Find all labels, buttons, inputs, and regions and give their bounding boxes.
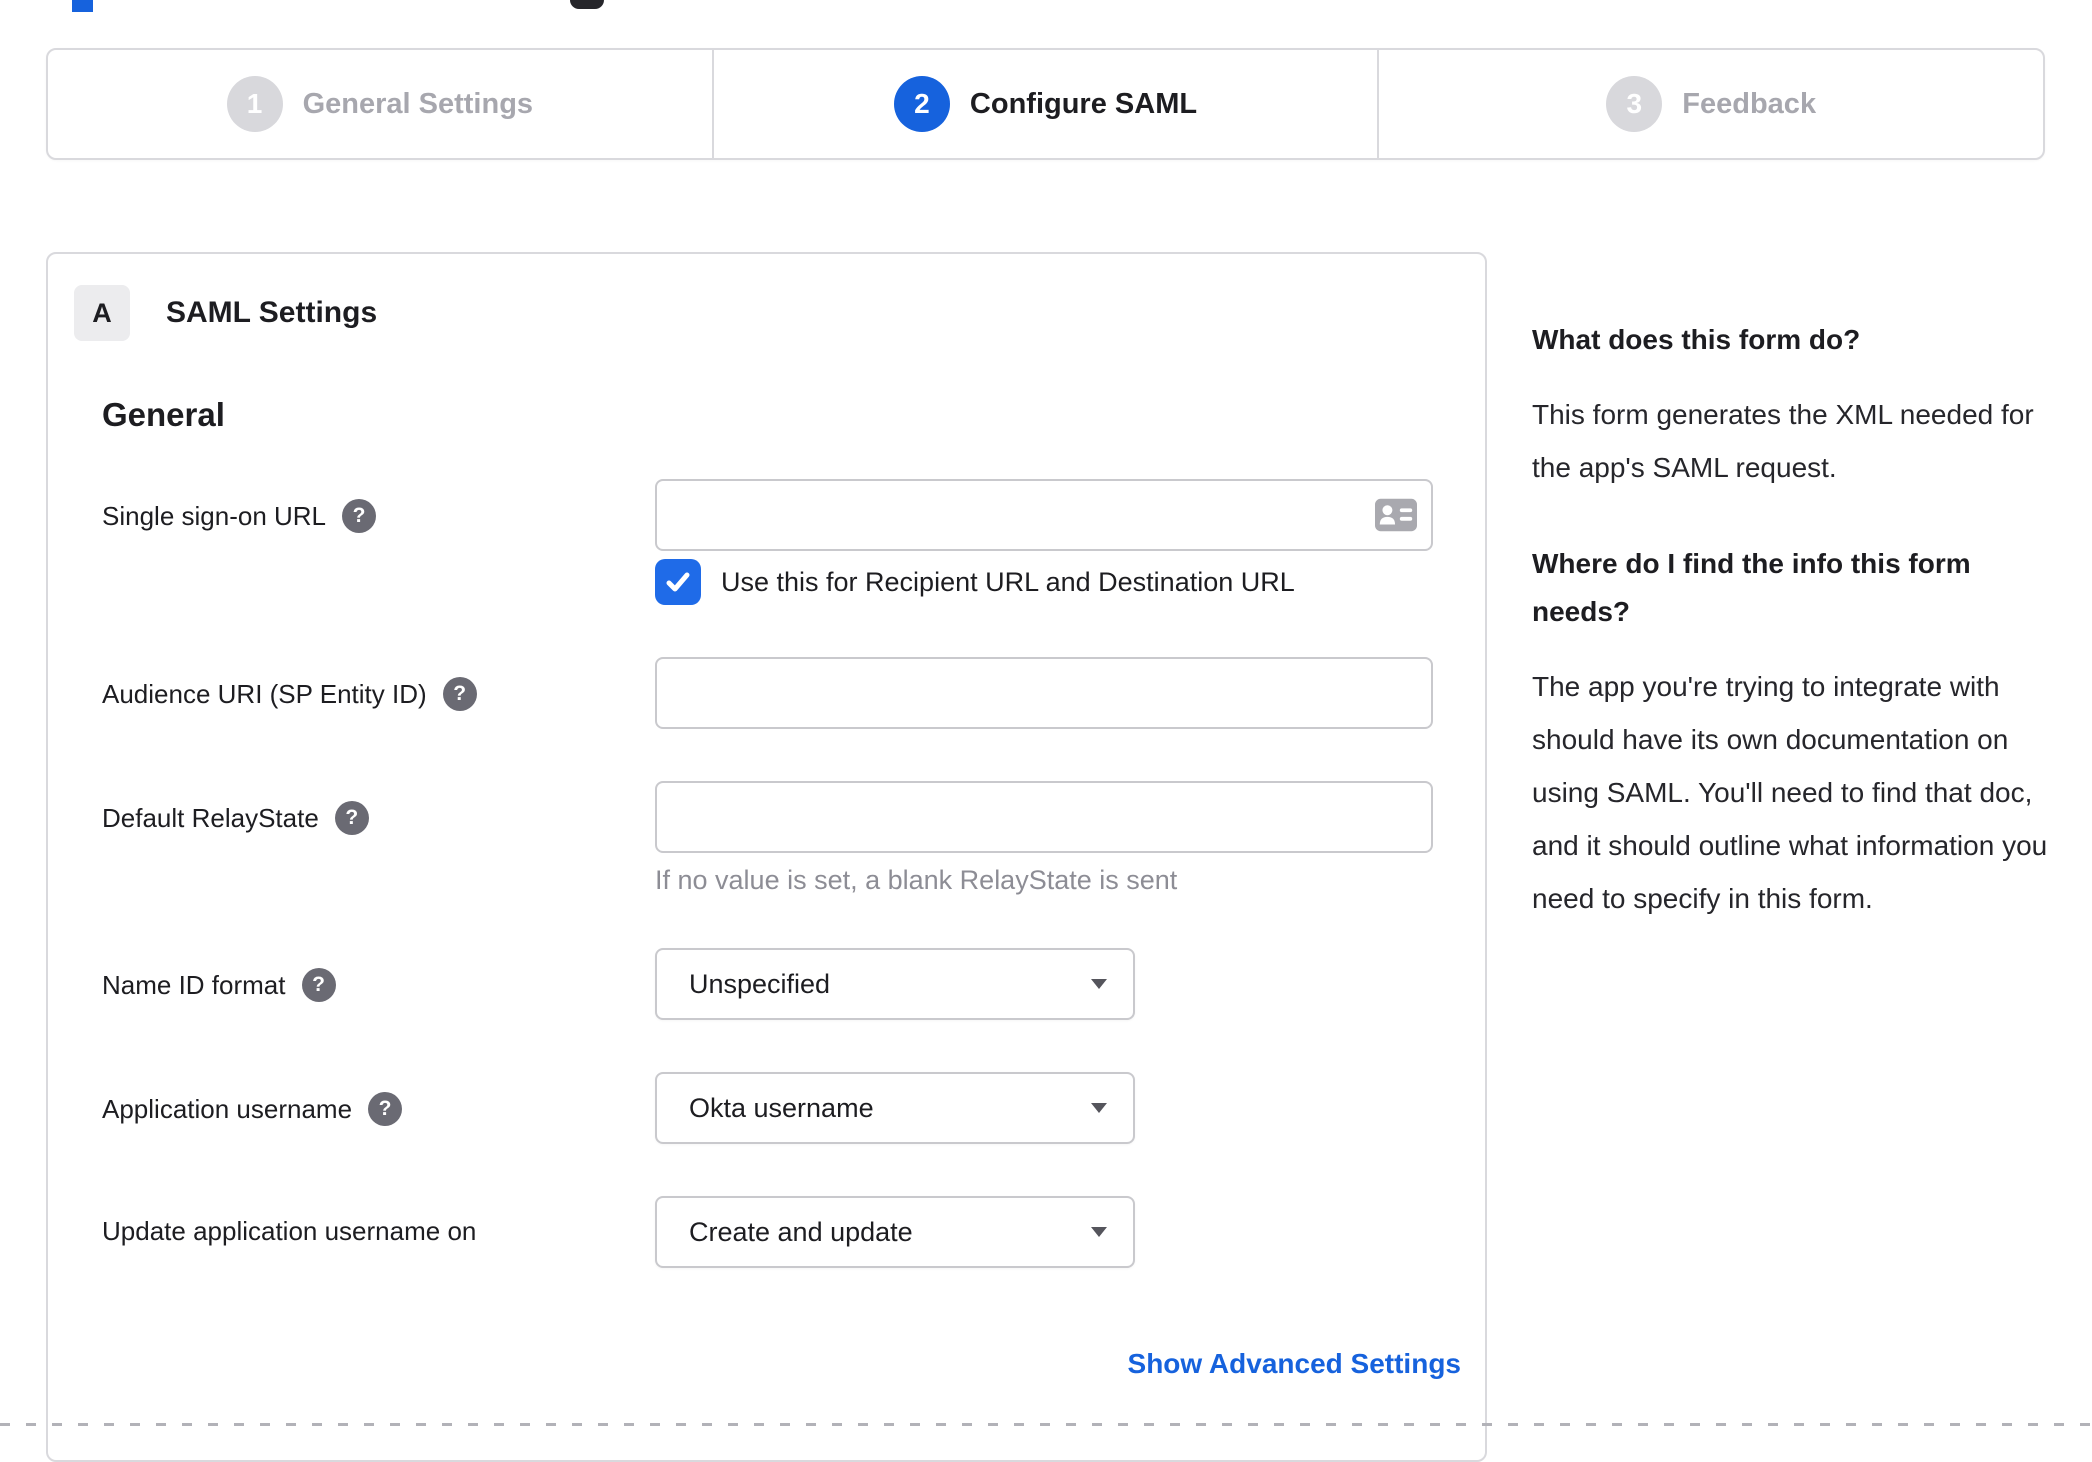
cutoff-app-logo-fragment <box>570 0 604 9</box>
relay-state-input[interactable] <box>655 781 1433 853</box>
form-row-name-id-format: Name ID format ? Unspecified <box>102 948 1485 1020</box>
application-username-value: Okta username <box>689 1092 874 1123</box>
checkmark-icon <box>666 572 690 592</box>
audience-uri-label: Audience URI (SP Entity ID) <box>102 678 427 709</box>
caret-down-icon <box>1091 979 1107 989</box>
caret-down-icon <box>1091 1103 1107 1113</box>
form-row-sso-url: Single sign-on URL ? Use this for Recipi… <box>102 479 1485 605</box>
cutoff-blue-link-fragment <box>72 0 93 12</box>
general-subsection-title: General <box>102 396 225 433</box>
recipient-url-checkbox[interactable] <box>655 559 701 605</box>
form-row-application-username: Application username ? Okta username <box>102 1072 1485 1144</box>
step-label: Configure SAML <box>969 87 1198 120</box>
sidebar-heading: What does this form do? <box>1532 324 1861 355</box>
update-username-on-label: Update application username on <box>102 1216 477 1246</box>
step-label: Feedback <box>1682 87 1817 120</box>
help-icon[interactable]: ? <box>442 677 477 711</box>
name-id-format-select[interactable]: Unspecified <box>655 948 1135 1020</box>
step-number-badge: 1 <box>226 76 283 132</box>
form-row-audience-uri: Audience URI (SP Entity ID) ? <box>102 657 1485 729</box>
recipient-url-checkbox-row: Use this for Recipient URL and Destinati… <box>655 559 1433 605</box>
sso-url-label: Single sign-on URL <box>102 500 327 531</box>
application-username-label: Application username <box>102 1093 353 1124</box>
section-title: SAML Settings <box>166 296 378 329</box>
relay-state-label: Default RelayState <box>102 802 319 833</box>
name-id-format-value: Unspecified <box>689 968 831 999</box>
form-row-update-username-on: Update application username on Create an… <box>102 1196 1485 1268</box>
help-icon[interactable]: ? <box>342 499 377 533</box>
help-sidebar: What does this form do? This form genera… <box>1532 316 2050 925</box>
saml-general-form: Single sign-on URL ? Use this for Recipi… <box>102 479 1485 1380</box>
show-advanced-settings-link[interactable]: Show Advanced Settings <box>1128 1348 1461 1379</box>
step-number-badge: 2 <box>893 76 950 132</box>
step-number-badge: 3 <box>1606 76 1663 132</box>
step-feedback[interactable]: 3 Feedback <box>1377 50 2043 158</box>
sidebar-section-what: What does this form do? This form genera… <box>1532 316 2050 494</box>
application-username-select[interactable]: Okta username <box>655 1072 1135 1144</box>
sidebar-heading: Where do I find the info this form needs… <box>1532 548 1971 627</box>
form-row-relay-state: Default RelayState ? If no value is set,… <box>102 781 1485 896</box>
section-header: A SAML Settings <box>74 285 1485 341</box>
sidebar-body-text: This form generates the XML needed for t… <box>1532 399 2034 483</box>
step-configure-saml[interactable]: 2 Configure SAML <box>711 50 1378 158</box>
audience-uri-input[interactable] <box>655 657 1433 729</box>
help-icon[interactable]: ? <box>368 1092 403 1126</box>
sso-url-input[interactable] <box>655 479 1433 551</box>
help-icon[interactable]: ? <box>301 968 336 1002</box>
saml-settings-panel: A SAML Settings General Single sign-on U… <box>46 252 1487 1462</box>
update-username-on-value: Create and update <box>689 1216 913 1247</box>
name-id-format-label: Name ID format <box>102 969 286 1000</box>
update-username-on-select[interactable]: Create and update <box>655 1196 1135 1268</box>
sidebar-section-where: Where do I find the info this form needs… <box>1532 540 2050 925</box>
sidebar-body-text: The app you're trying to integrate with … <box>1532 671 2048 914</box>
caret-down-icon <box>1091 1227 1107 1237</box>
step-label: General Settings <box>302 87 534 120</box>
step-general-settings[interactable]: 1 General Settings <box>48 50 712 158</box>
recipient-url-checkbox-label: Use this for Recipient URL and Destinati… <box>721 566 1295 597</box>
contact-card-icon[interactable] <box>1375 498 1417 532</box>
help-icon[interactable]: ? <box>334 801 369 835</box>
wizard-stepper: 1 General Settings 2 Configure SAML 3 Fe… <box>46 48 2045 160</box>
relay-state-hint: If no value is set, a blank RelayState i… <box>655 865 1178 895</box>
section-a-badge: A <box>74 285 130 341</box>
